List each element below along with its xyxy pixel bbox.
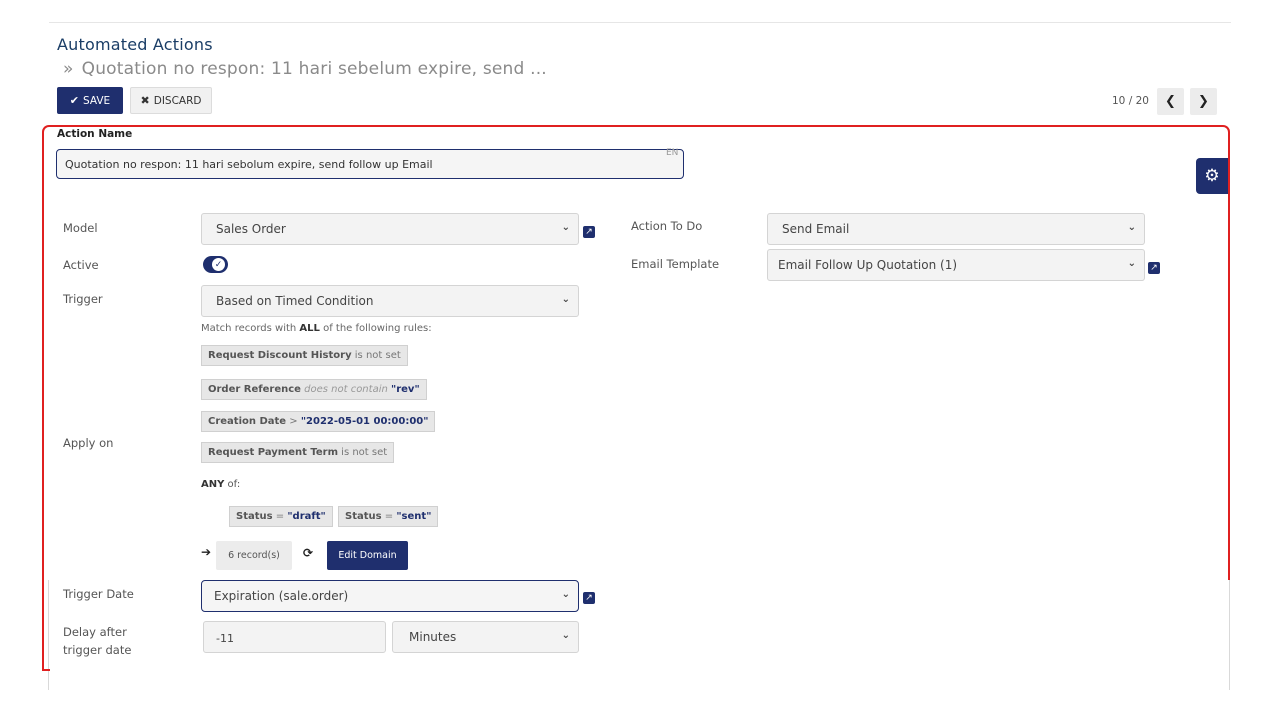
delay-label-line2: trigger date: [63, 643, 132, 657]
arrow-right-icon: ➔: [201, 545, 212, 559]
save-button-label: SAVE: [83, 94, 111, 107]
domain-records-button[interactable]: 6 record(s): [216, 541, 292, 570]
trigger-date-value: Expiration (sale.order): [214, 589, 349, 603]
trigger-select[interactable]: Based on Timed Condition ⌄: [201, 285, 579, 317]
rule-field: Status: [345, 511, 382, 522]
discard-button-label: DISCARD: [153, 94, 202, 107]
chevron-down-icon: ⌄: [1127, 222, 1136, 233]
rule-operator: =: [272, 511, 288, 522]
delay-value: -11: [216, 632, 234, 645]
form-highlight-frame-left: [42, 575, 44, 671]
email-template-value: Email Follow Up Quotation (1): [778, 258, 958, 272]
settings-button[interactable]: ⚙: [1196, 158, 1228, 194]
domain-intro: Match records with ALL of the following …: [201, 323, 432, 334]
rule-value: "rev": [391, 384, 420, 395]
chevron-down-icon: ⌄: [1127, 258, 1136, 269]
domain-intro-suffix: of the following rules:: [319, 323, 432, 334]
domain-intro-bold: ALL: [299, 323, 320, 334]
pager-counter: 10 / 20: [1112, 95, 1149, 107]
trigger-label: Trigger: [63, 292, 103, 306]
rule-operator: >: [286, 416, 301, 427]
action-name-input[interactable]: Quotation no respon: 11 hari sebolum exp…: [56, 149, 684, 179]
sheet-edge-right: [1229, 580, 1230, 690]
email-template-select[interactable]: Email Follow Up Quotation (1) ⌄: [767, 249, 1145, 281]
trigger-date-label: Trigger Date: [63, 587, 134, 601]
close-icon: ✖: [140, 94, 150, 107]
rule-field: Request Discount History: [208, 350, 352, 361]
trigger-date-external-link-icon[interactable]: ↗: [583, 592, 595, 604]
breadcrumb-current: » Quotation no respon: 11 hari sebelum ex…: [63, 59, 547, 79]
chevron-left-icon: ❮: [1165, 94, 1176, 109]
active-label: Active: [63, 258, 99, 272]
chevron-down-icon: ⌄: [561, 222, 570, 233]
rule-field: Request Payment Term: [208, 447, 338, 458]
model-value: Sales Order: [216, 222, 286, 236]
delay-label: Delay after trigger date: [63, 623, 131, 659]
breadcrumb-separator: »: [63, 59, 74, 79]
chevron-right-icon: ❯: [1198, 94, 1209, 109]
breadcrumb-current-text: Quotation no respon: 11 hari sebelum exp…: [81, 59, 547, 79]
breadcrumb-root[interactable]: Automated Actions: [57, 35, 213, 54]
rule-value: "draft": [287, 511, 326, 522]
pager-previous-button[interactable]: ❮: [1157, 88, 1184, 115]
chevron-down-icon: ⌄: [561, 294, 570, 305]
save-button[interactable]: ✔ SAVE: [57, 87, 123, 114]
delay-unit-value: Minutes: [409, 630, 457, 644]
pager-next-button[interactable]: ❯: [1190, 88, 1217, 115]
active-toggle[interactable]: ✓: [203, 256, 228, 273]
domain-rule[interactable]: Order Reference does not contain "rev": [201, 379, 427, 400]
domain-any-suffix: of:: [224, 479, 241, 490]
discard-button[interactable]: ✖ DISCARD: [130, 87, 212, 114]
translate-language-tag[interactable]: EN: [666, 148, 678, 158]
delay-unit-select[interactable]: Minutes ⌄: [392, 621, 579, 653]
rule-field: Order Reference: [208, 384, 301, 395]
domain-any-of: ANY of:: [201, 479, 240, 490]
rule-field: Creation Date: [208, 416, 287, 427]
chevron-down-icon: ⌄: [561, 630, 570, 641]
action-name-value: Quotation no respon: 11 hari sebolum exp…: [65, 158, 433, 171]
email-template-label: Email Template: [631, 257, 720, 271]
rule-operator: is not set: [351, 350, 401, 361]
delay-label-line1: Delay after: [63, 625, 127, 639]
action-to-do-value: Send Email: [782, 222, 850, 236]
domain-rule[interactable]: Status = "draft": [229, 506, 333, 527]
domain-any-bold: ANY: [201, 479, 225, 490]
model-label: Model: [63, 221, 98, 235]
check-icon: ✓: [212, 258, 225, 271]
domain-rule[interactable]: Request Payment Term is not set: [201, 442, 395, 463]
form-highlight-frame-corner: [42, 669, 50, 671]
rule-field: Status: [236, 511, 273, 522]
rule-operator: does not contain: [300, 384, 391, 395]
delay-input[interactable]: -11: [203, 621, 386, 653]
rule-value: "sent": [396, 511, 432, 522]
rule-operator: is not set: [338, 447, 388, 458]
rule-operator: =: [381, 511, 397, 522]
rule-value: "2022-05-01 00:00:00": [300, 416, 429, 427]
apply-on-label: Apply on: [63, 436, 114, 450]
model-external-link-icon[interactable]: ↗: [583, 226, 595, 238]
action-name-label: Action Name: [57, 128, 133, 140]
domain-rule[interactable]: Status = "sent": [338, 506, 439, 527]
domain-rule[interactable]: Creation Date > "2022-05-01 00:00:00": [201, 411, 436, 432]
action-to-do-label: Action To Do: [631, 219, 703, 233]
sheet-edge-left: [48, 580, 49, 690]
trigger-value: Based on Timed Condition: [216, 294, 374, 308]
gear-icon: ⚙: [1204, 166, 1220, 186]
trigger-date-select[interactable]: Expiration (sale.order) ⌄: [201, 580, 579, 612]
action-to-do-select[interactable]: Send Email ⌄: [767, 213, 1145, 245]
domain-rule[interactable]: Request Discount History is not set: [201, 345, 408, 366]
domain-intro-prefix: Match records with: [201, 323, 300, 334]
model-select[interactable]: Sales Order ⌄: [201, 213, 579, 245]
check-icon: ✔: [69, 94, 79, 107]
top-divider: [49, 22, 1231, 23]
edit-domain-button[interactable]: Edit Domain: [327, 541, 408, 570]
refresh-icon[interactable]: ⟳: [303, 546, 313, 560]
email-template-external-link-icon[interactable]: ↗: [1148, 262, 1160, 274]
chevron-down-icon: ⌄: [561, 589, 570, 600]
